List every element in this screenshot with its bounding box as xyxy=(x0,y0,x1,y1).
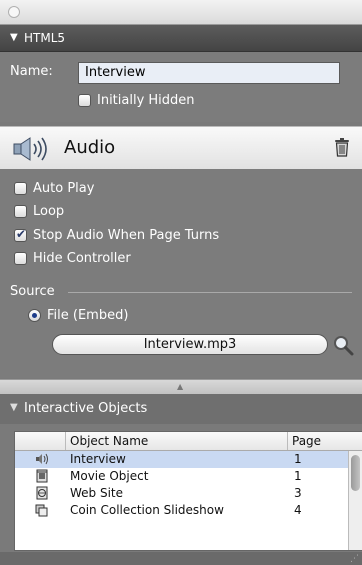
hide-controller-checkbox[interactable] xyxy=(14,252,27,265)
loop-option[interactable]: Loop xyxy=(14,204,64,219)
speaker-icon xyxy=(13,137,47,161)
row-page: 1 xyxy=(294,452,302,466)
auto-play-label: Auto Play xyxy=(33,181,95,196)
table-row[interactable]: Coin Collection Slideshow 4 xyxy=(15,502,349,519)
inspector-panel: ▼ HTML5 Name: Interview Initially Hidden… xyxy=(0,0,362,565)
stop-audio-label: Stop Audio When Page Turns xyxy=(33,228,220,243)
file-embed-label: File (Embed) xyxy=(47,308,129,323)
row-name: Interview xyxy=(70,452,126,466)
name-field[interactable]: Interview xyxy=(78,62,340,84)
name-area: Name: Interview Initially Hidden xyxy=(0,52,362,122)
column-header-page[interactable]: Page xyxy=(287,432,342,450)
object-type-bar: Audio xyxy=(0,126,362,170)
resize-grip-icon[interactable]: ⋰ xyxy=(350,554,359,564)
stop-audio-checkbox[interactable] xyxy=(14,227,27,242)
row-page: 1 xyxy=(294,469,302,483)
source-label: Source xyxy=(10,284,55,299)
title-bar xyxy=(0,0,362,25)
initially-hidden-label: Initially Hidden xyxy=(97,93,195,108)
table-header: Object Name Page xyxy=(15,432,362,451)
table-row[interactable]: Web Site 3 xyxy=(15,485,349,502)
web-icon xyxy=(36,486,48,500)
hide-controller-option[interactable]: Hide Controller xyxy=(14,251,131,266)
hide-controller-label: Hide Controller xyxy=(33,251,131,266)
initially-hidden-checkbox[interactable] xyxy=(78,94,91,107)
file-name-button[interactable]: Interview.mp3 xyxy=(52,334,328,355)
stop-audio-option[interactable]: Stop Audio When Page Turns xyxy=(14,227,220,243)
interactive-objects-title: Interactive Objects xyxy=(24,401,148,416)
magnifier-icon[interactable] xyxy=(332,334,354,356)
disclosure-triangle-icon[interactable]: ▼ xyxy=(10,402,18,413)
bottom-bar: ⋰ xyxy=(0,552,362,565)
scrollbar-thumb[interactable] xyxy=(351,455,360,491)
close-button[interactable] xyxy=(8,6,20,18)
source-divider xyxy=(68,292,352,293)
file-embed-option[interactable]: File (Embed) xyxy=(28,308,128,323)
section-title: HTML5 xyxy=(24,31,66,45)
trash-icon[interactable] xyxy=(334,137,350,157)
slideshow-icon xyxy=(35,504,48,517)
loop-checkbox[interactable] xyxy=(14,205,27,218)
interactive-objects-header[interactable]: ▼ Interactive Objects xyxy=(0,394,362,424)
auto-play-option[interactable]: Auto Play xyxy=(14,181,94,196)
loop-label: Loop xyxy=(33,204,65,219)
object-type-label: Audio xyxy=(64,137,116,158)
row-name: Movie Object xyxy=(70,469,149,483)
auto-play-checkbox[interactable] xyxy=(14,182,27,195)
row-page: 3 xyxy=(294,486,302,500)
name-label: Name: xyxy=(10,64,53,79)
column-header-object-name[interactable]: Object Name xyxy=(65,432,286,450)
file-embed-radio[interactable] xyxy=(28,309,41,322)
initially-hidden-checkbox-row[interactable]: Initially Hidden xyxy=(78,93,195,108)
row-name: Web Site xyxy=(70,486,124,500)
audio-options: Auto Play Loop Stop Audio When Page Turn… xyxy=(0,169,362,378)
vertical-scrollbar[interactable] xyxy=(348,451,362,550)
row-name: Coin Collection Slideshow xyxy=(70,503,224,517)
movie-icon xyxy=(36,469,48,483)
html5-section-header[interactable]: ▼ HTML5 xyxy=(0,25,362,52)
panel-splitter[interactable]: ▲ xyxy=(0,379,362,395)
table-row[interactable]: Movie Object 1 xyxy=(15,468,349,485)
row-page: 4 xyxy=(294,503,302,517)
splitter-grip-icon[interactable]: ▲ xyxy=(177,382,183,391)
audio-icon xyxy=(36,453,48,465)
interactive-objects-table: Object Name Page Interview 1 Movie Objec… xyxy=(14,431,362,551)
table-row[interactable]: Interview 1 xyxy=(15,451,349,468)
disclosure-triangle-icon[interactable]: ▼ xyxy=(10,25,18,51)
